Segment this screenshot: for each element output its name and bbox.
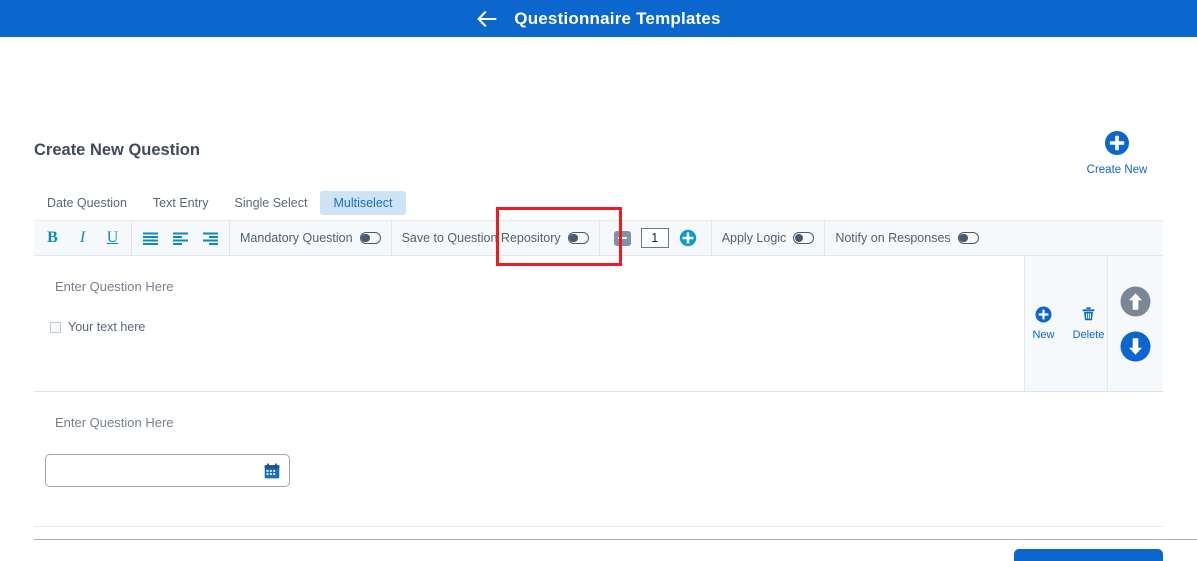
question-row-date: Enter Question Here bbox=[34, 392, 1163, 526]
toggle-switch-icon bbox=[957, 232, 979, 244]
notify-on-responses-toggle[interactable]: Notify on Responses bbox=[835, 231, 979, 245]
underline-icon[interactable]: U bbox=[104, 228, 121, 248]
option-label[interactable]: Your text here bbox=[68, 320, 145, 334]
plus-circle-icon[interactable] bbox=[679, 229, 697, 247]
arrow-left-icon[interactable] bbox=[476, 8, 498, 30]
apply-logic-toggle[interactable]: Apply Logic bbox=[722, 231, 815, 245]
align-right-icon[interactable] bbox=[202, 228, 219, 248]
arrow-up-circle-icon[interactable] bbox=[1120, 286, 1151, 317]
date-question-text-placeholder[interactable]: Enter Question Here bbox=[55, 415, 174, 430]
text-align-group bbox=[132, 221, 230, 255]
italic-icon[interactable]: I bbox=[74, 228, 91, 248]
question-row-multiselect: Enter Question Here Your text here New D… bbox=[34, 256, 1163, 392]
page-title-bar: Questionnaire Templates bbox=[514, 8, 721, 28]
apply-logic-label: Apply Logic bbox=[721, 231, 787, 245]
notify-responses-group: Notify on Responses bbox=[825, 221, 988, 255]
toggle-switch-icon bbox=[567, 232, 589, 244]
add-to-template-button[interactable]: Add to Template bbox=[1014, 549, 1163, 561]
tab-multiselect[interactable]: Multiselect bbox=[320, 191, 406, 215]
tab-single-select[interactable]: Single Select bbox=[222, 191, 321, 215]
form-footer: Cancel Add to Template bbox=[34, 540, 1163, 561]
question-text-placeholder[interactable]: Enter Question Here bbox=[55, 279, 174, 294]
create-new-button[interactable]: Create New bbox=[1079, 130, 1155, 176]
question-option-row: Your text here bbox=[50, 320, 145, 334]
editor-toolbar: B I U Mandatory Question Save to Questio… bbox=[34, 220, 1163, 256]
plus-circle-icon bbox=[1104, 130, 1130, 161]
question-content-area: Enter Question Here Your text here bbox=[34, 256, 1042, 391]
option-count-input[interactable] bbox=[640, 228, 669, 248]
save-to-question-repository-label: Save to Question Repository bbox=[401, 231, 561, 245]
minus-square-icon[interactable] bbox=[613, 230, 631, 246]
toggle-switch-icon bbox=[793, 232, 815, 244]
app-header-bar: Questionnaire Templates bbox=[0, 0, 1197, 37]
question-type-tabs: Date Question Text Entry Single Select M… bbox=[34, 191, 406, 215]
trash-icon bbox=[1080, 306, 1097, 328]
option-checkbox[interactable] bbox=[50, 321, 61, 333]
mandatory-question-group: Mandatory Question bbox=[230, 221, 392, 255]
align-justify-icon[interactable] bbox=[142, 228, 159, 248]
bold-icon[interactable]: B bbox=[44, 228, 61, 248]
mandatory-question-label: Mandatory Question bbox=[240, 231, 353, 245]
delete-option-button[interactable]: Delete bbox=[1072, 306, 1106, 341]
app-header-content: Questionnaire Templates bbox=[476, 8, 721, 30]
question-side-actions: New Delete bbox=[1024, 256, 1108, 391]
arrow-down-circle-icon[interactable] bbox=[1120, 331, 1151, 362]
page-header-row: Create New Question Create New bbox=[34, 102, 1163, 176]
plus-circle-icon bbox=[1035, 306, 1052, 328]
notify-on-responses-label: Notify on Responses bbox=[835, 231, 951, 245]
option-count-stepper bbox=[600, 221, 712, 255]
new-option-label: New bbox=[1032, 329, 1055, 341]
page-body: Create New Question Create New Date Ques… bbox=[0, 37, 1197, 561]
calendar-icon[interactable] bbox=[264, 462, 280, 479]
question-reorder-arrows bbox=[1108, 256, 1163, 391]
date-input-field[interactable] bbox=[45, 454, 290, 487]
footer-divider-top bbox=[34, 526, 1163, 527]
apply-logic-group: Apply Logic bbox=[712, 221, 826, 255]
tab-date-question[interactable]: Date Question bbox=[34, 191, 140, 215]
align-center-icon[interactable] bbox=[172, 228, 189, 248]
text-format-group: B I U bbox=[34, 221, 132, 255]
save-to-question-repository-toggle[interactable]: Save to Question Repository bbox=[402, 231, 589, 245]
mandatory-question-toggle[interactable]: Mandatory Question bbox=[240, 231, 381, 245]
save-repository-group: Save to Question Repository bbox=[392, 221, 600, 255]
delete-option-label: Delete bbox=[1072, 329, 1105, 341]
toggle-switch-icon bbox=[359, 232, 381, 244]
create-new-label: Create New bbox=[1086, 164, 1148, 176]
page-title: Create New Question bbox=[34, 141, 200, 159]
tab-text-entry[interactable]: Text Entry bbox=[140, 191, 222, 215]
new-option-button[interactable]: New bbox=[1027, 306, 1061, 341]
